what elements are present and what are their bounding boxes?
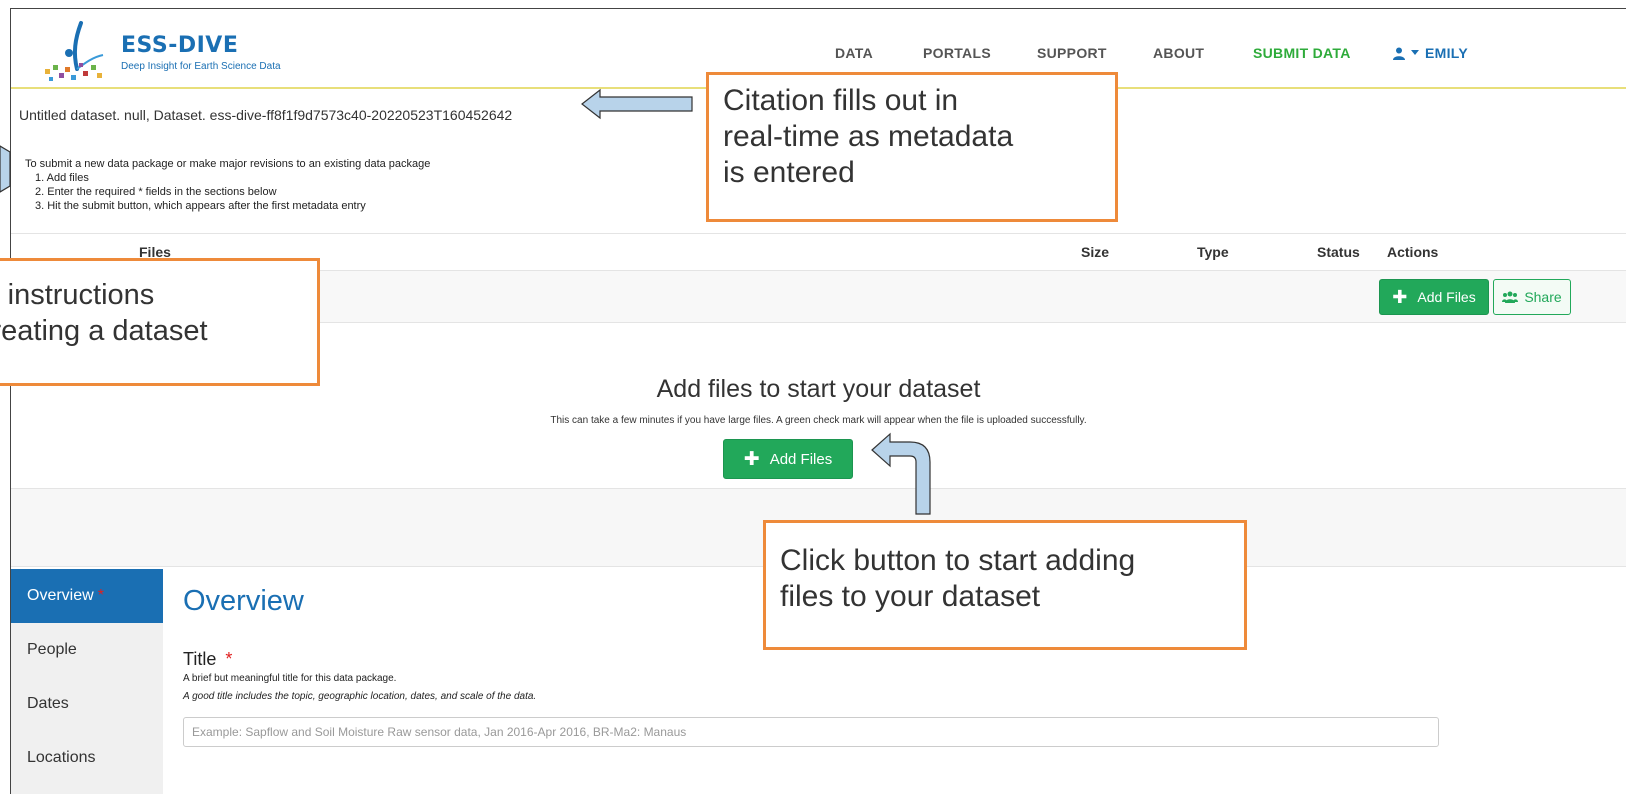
arrow-left-icon — [581, 88, 693, 120]
callout-line: is entered — [723, 156, 855, 189]
callout-line: files to your dataset — [780, 580, 1041, 613]
arrow-up-left-icon — [871, 432, 931, 515]
add-files-callout: Click button to start adding files to yo… — [763, 520, 1247, 650]
callout-line: real-time as metadata — [723, 120, 1014, 153]
callout-line: al instructions — [0, 279, 155, 311]
callout-line: creating a dataset — [0, 315, 208, 347]
instructions-callout: al instructions creating a dataset — [0, 258, 320, 386]
callout-line: Click button to start adding — [780, 544, 1136, 577]
arrow-right-icon — [0, 145, 11, 193]
citation-callout: Citation fills out in real-time as metad… — [706, 72, 1118, 222]
callout-line: Citation fills out in — [723, 84, 959, 117]
